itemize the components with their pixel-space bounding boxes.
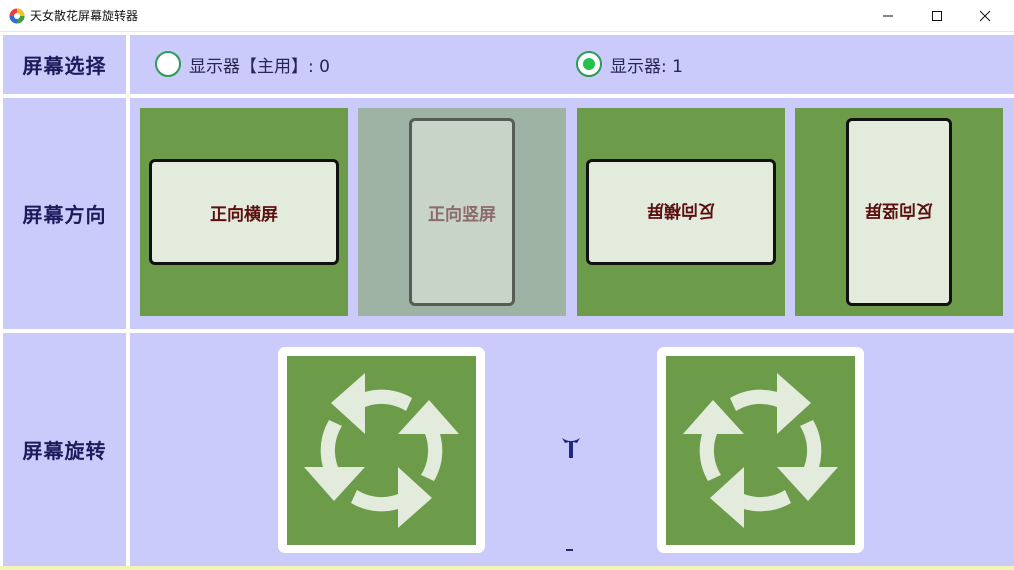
rotate-clockwise-button[interactable] xyxy=(657,347,864,553)
radio-selected-icon xyxy=(576,51,602,77)
rotation-label-cell: 屏幕旋转 xyxy=(3,333,126,566)
landscape-tile[interactable]: 正向横屏 xyxy=(140,108,348,316)
rotate-clockwise-icon xyxy=(683,373,838,528)
landscape-flipped-label: 反向横屏 xyxy=(647,199,715,220)
portrait-label: 正向竖屏 xyxy=(428,204,496,225)
close-button[interactable] xyxy=(962,0,1008,32)
maximize-button[interactable] xyxy=(914,0,960,32)
landscape-card: 正向横屏 xyxy=(149,159,339,265)
main-grid: 屏幕选择 显示器【主用】: 0 显示器: 1 屏幕方向 正向横屏 正向竖屏 反向… xyxy=(0,32,1014,570)
rotate-counterclockwise-icon xyxy=(304,373,459,528)
maximize-icon xyxy=(932,11,942,21)
orientation-label: 屏幕方向 xyxy=(22,203,107,227)
window-title: 天女散花屏幕旋转器 xyxy=(30,9,139,23)
portrait-flipped-card: 反向竖屏 xyxy=(846,118,952,306)
minimize-button[interactable] xyxy=(865,0,911,32)
portrait-flipped-tile[interactable]: 反向竖屏 xyxy=(795,108,1003,316)
orientation-panel: 正向横屏 正向竖屏 反向横屏 反向竖屏 xyxy=(130,98,1014,329)
radio-unselected-icon xyxy=(155,51,181,77)
monitor-0-label: 显示器【主用】: 0 xyxy=(189,56,330,77)
close-icon xyxy=(979,10,991,22)
orientation-marker-icon xyxy=(562,438,580,458)
dash-divider xyxy=(566,549,573,551)
bottom-strip xyxy=(0,566,1014,570)
rotate-counterclockwise-button[interactable] xyxy=(278,347,485,553)
orientation-label-cell: 屏幕方向 xyxy=(3,98,126,329)
landscape-flipped-card: 反向横屏 xyxy=(586,159,776,265)
screen-select-label: 屏幕选择 xyxy=(22,54,107,78)
portrait-card: 正向竖屏 xyxy=(409,118,515,306)
rotation-label: 屏幕旋转 xyxy=(22,439,107,463)
portrait-tile[interactable]: 正向竖屏 xyxy=(358,108,566,316)
monitor-0-radio[interactable]: 显示器【主用】: 0 xyxy=(155,51,330,77)
minimize-icon xyxy=(883,15,893,17)
app-logo-icon xyxy=(9,8,25,24)
landscape-flipped-tile[interactable]: 反向横屏 xyxy=(577,108,785,316)
screen-select-panel: 显示器【主用】: 0 显示器: 1 xyxy=(130,35,1014,94)
monitor-1-radio[interactable]: 显示器: 1 xyxy=(576,51,683,77)
title-bar: 天女散花屏幕旋转器 xyxy=(0,0,1014,32)
portrait-flipped-label: 反向竖屏 xyxy=(865,199,933,220)
landscape-label: 正向横屏 xyxy=(210,204,278,225)
monitor-1-label: 显示器: 1 xyxy=(610,56,683,77)
screen-select-label-cell: 屏幕选择 xyxy=(3,35,126,94)
